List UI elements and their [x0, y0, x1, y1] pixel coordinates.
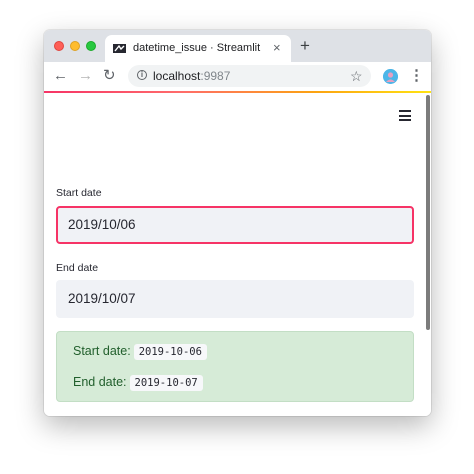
profile-avatar[interactable] — [383, 69, 398, 84]
browser-toolbar: ← → ↻ i localhost:9987 ☆ ⋮ — [44, 62, 431, 91]
end-date-label: End date — [56, 262, 99, 274]
browser-menu-icon[interactable]: ⋮ — [409, 66, 424, 86]
start-date-result-value: 2019-10-06 — [133, 344, 207, 360]
new-tab-button[interactable]: + — [300, 37, 310, 55]
site-info-icon[interactable]: i — [137, 70, 147, 80]
close-window-button[interactable] — [54, 41, 64, 51]
forward-button[interactable]: → — [78, 67, 93, 85]
scrollbar-thumb[interactable] — [426, 95, 430, 330]
end-date-result-value: 2019-10-07 — [129, 375, 203, 391]
start-date-result: Start date: 2019-10-06 — [73, 344, 207, 360]
reload-button[interactable]: ↻ — [103, 67, 116, 85]
tab-close-icon[interactable]: × — [273, 40, 281, 56]
start-date-result-label: Start date: — [73, 344, 131, 358]
back-button[interactable]: ← — [53, 67, 68, 85]
hamburger-menu-icon[interactable] — [399, 110, 411, 121]
result-success-box: Start date: 2019-10-06 End date: 2019-10-0… — [56, 331, 414, 402]
app-content: Start date 2019/10/06 End date 2019/10/0… — [44, 93, 431, 416]
minimize-window-button[interactable] — [70, 41, 80, 51]
start-date-input[interactable]: 2019/10/06 — [56, 206, 414, 244]
tab-title: datetime_issue · Streamlit — [133, 42, 261, 54]
url-port: :9987 — [200, 69, 231, 83]
browser-tab[interactable]: datetime_issue · Streamlit × — [105, 35, 291, 62]
avatar-image — [383, 69, 398, 84]
url-host: localhost — [153, 69, 201, 83]
address-bar[interactable]: i localhost:9987 ☆ — [128, 65, 371, 87]
maximize-window-button[interactable] — [86, 41, 96, 51]
url-text: localhost:9987 — [153, 69, 230, 83]
end-date-result: End date: 2019-10-07 — [73, 375, 203, 391]
browser-window: datetime_issue · Streamlit × + ← → ↻ i l… — [44, 30, 431, 416]
end-date-input[interactable]: 2019/10/07 — [56, 280, 414, 318]
end-date-result-label: End date: — [73, 375, 127, 389]
title-bar: datetime_issue · Streamlit × + — [44, 30, 431, 62]
start-date-label: Start date — [56, 187, 102, 199]
bookmark-star-icon[interactable]: ☆ — [350, 67, 363, 85]
streamlit-logo-icon — [113, 44, 126, 53]
